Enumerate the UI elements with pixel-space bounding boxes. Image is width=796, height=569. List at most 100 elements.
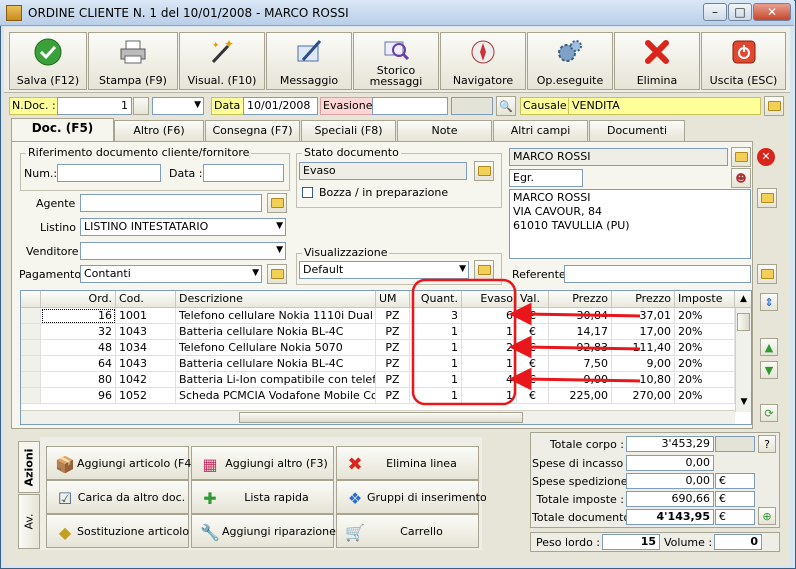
preview-button[interactable]: ✦ ✦ Visual. (F10) <box>179 32 265 90</box>
cell-evaso[interactable]: 2 <box>462 340 517 356</box>
cell-ord[interactable]: 64 <box>41 356 116 372</box>
cell-imposte[interactable]: 20% <box>675 340 735 356</box>
cell-quant[interactable]: 1 <box>410 388 462 404</box>
col-prezzo[interactable]: Prezzo <box>549 291 612 308</box>
message-button[interactable]: Messaggio <box>266 32 352 90</box>
cell-desc[interactable]: Batteria Li-Ion compatibile con telefoni… <box>176 372 376 388</box>
col-cod[interactable]: Cod. <box>116 291 176 308</box>
move-row-button[interactable]: ⇕ <box>760 293 778 311</box>
date-field[interactable]: 10/01/2008 <box>243 97 318 115</box>
cell-prezzo[interactable]: 7,50 <box>549 356 612 372</box>
delete-button[interactable]: Elimina <box>614 32 700 90</box>
cell-desc[interactable]: Telefono cellulare Nokia 1110i Dual Ba..… <box>176 308 376 324</box>
cell-val[interactable]: € <box>517 308 549 324</box>
minimize-button[interactable]: – <box>703 3 727 21</box>
causale-open-button[interactable] <box>764 96 784 116</box>
address-open-button[interactable] <box>757 188 777 208</box>
cell-val[interactable]: € <box>517 388 549 404</box>
visualizzazione-open-button[interactable] <box>474 260 494 280</box>
tab-altro[interactable]: Altro (F6) <box>114 120 204 141</box>
cell-evaso[interactable]: 6 <box>462 308 517 324</box>
cell-prezzo[interactable]: 30,84 <box>549 308 612 324</box>
title-bar[interactable]: ORDINE CLIENTE N. 1 del 10/01/2008 - MAR… <box>0 0 794 26</box>
cell-desc[interactable]: Batteria cellulare Nokia BL-4C <box>176 356 376 372</box>
referente-open-button[interactable] <box>757 264 777 284</box>
replace-article-button[interactable]: ◆ Sostituzione articolo <box>46 514 189 548</box>
cliente-open-button[interactable] <box>731 147 751 167</box>
cell-prezzo2[interactable]: 9,00 <box>612 356 675 372</box>
col-prezzo-ivato[interactable]: Prezzo <box>612 291 675 308</box>
col-ord[interactable]: Ord. <box>41 291 116 308</box>
maximize-button[interactable]: □ <box>728 3 752 21</box>
save-button[interactable]: Salva (F12) <box>9 32 87 90</box>
cell-imposte[interactable]: 20% <box>675 372 735 388</box>
cliente-title-field[interactable]: Egr. <box>509 169 583 187</box>
scroll-down-arrow[interactable]: ▼ <box>735 394 751 410</box>
cell-cod[interactable]: 1052 <box>116 388 176 404</box>
cell-quant[interactable]: 3 <box>410 308 462 324</box>
cell-prezzo[interactable]: 14,17 <box>549 324 612 340</box>
cell-um[interactable]: PZ <box>376 340 410 356</box>
cell-prezzo2[interactable]: 270,00 <box>612 388 675 404</box>
col-val[interactable]: Val. <box>517 291 549 308</box>
cell-ord[interactable]: 80 <box>41 372 116 388</box>
col-imposte[interactable]: Imposte <box>675 291 735 308</box>
cell-val[interactable]: € <box>517 340 549 356</box>
cell-prezzo2[interactable]: 37,01 <box>612 308 675 324</box>
col-quant[interactable]: Quant. <box>410 291 462 308</box>
cell-cod[interactable]: 1001 <box>116 308 176 324</box>
tab-documenti[interactable]: Documenti <box>589 120 685 141</box>
pagamento-select[interactable]: Contanti ▼ <box>80 265 262 283</box>
row-selector[interactable] <box>21 324 41 340</box>
visualizzazione-select[interactable]: Default ▼ <box>299 261 469 279</box>
row-selector[interactable] <box>21 308 41 324</box>
grid-hscroll-thumb[interactable] <box>239 412 523 423</box>
col-um[interactable]: UM <box>376 291 410 308</box>
cell-evaso[interactable]: 1 <box>462 324 517 340</box>
cell-quant[interactable]: 1 <box>410 324 462 340</box>
close-button[interactable]: ✕ <box>753 3 791 21</box>
cart-button[interactable]: 🛒 Carrello <box>336 514 479 548</box>
cell-prezzo[interactable]: 225,00 <box>549 388 612 404</box>
ndoc-field[interactable]: 1 <box>57 97 132 115</box>
cell-um[interactable]: PZ <box>376 308 410 324</box>
causale-field[interactable]: VENDITA <box>568 97 761 115</box>
ndoc-series-select[interactable]: ▼ <box>152 97 204 115</box>
cliente-remove-button[interactable]: ✕ <box>757 148 775 166</box>
cell-imposte[interactable]: 20% <box>675 356 735 372</box>
tab-altri-campi[interactable]: Altri campi <box>493 120 588 141</box>
cell-ord[interactable]: 96 <box>41 388 116 404</box>
tab-doc[interactable]: Doc. (F5) <box>11 118 114 142</box>
grid-vscroll-thumb[interactable] <box>737 313 750 331</box>
stato-open-button[interactable] <box>474 161 494 181</box>
delete-line-button[interactable]: ✖ Elimina linea <box>336 446 479 480</box>
help-button[interactable]: ? <box>758 435 776 453</box>
cell-um[interactable]: PZ <box>376 372 410 388</box>
cell-desc[interactable]: Telefono Cellulare Nokia 5070 <box>176 340 376 356</box>
insert-groups-button[interactable]: ❖ Gruppi di inserimento <box>336 480 487 514</box>
add-article-button[interactable]: 📦 Aggiungi articolo (F4) <box>46 446 196 480</box>
venditore-select[interactable]: ▼ <box>80 242 286 260</box>
cell-ord[interactable]: 32 <box>41 324 116 340</box>
order-lines-grid[interactable]: Ord. Cod. Descrizione UM Quant. Evaso Va… <box>20 290 752 425</box>
cell-imposte[interactable]: 20% <box>675 324 735 340</box>
rif-num-field[interactable] <box>57 164 161 182</box>
evasione-extra-field[interactable] <box>451 97 493 115</box>
cell-val[interactable]: € <box>517 372 549 388</box>
listino-select[interactable]: LISTINO INTESTATARIO ▼ <box>80 218 286 236</box>
evasione-field[interactable] <box>372 97 448 115</box>
cell-quant[interactable]: 1 <box>410 356 462 372</box>
scroll-up-arrow[interactable]: ▲ <box>735 291 751 308</box>
cliente-person-button[interactable]: ☻ <box>731 168 751 188</box>
load-from-doc-button[interactable]: ☑ Carica da altro doc. <box>46 480 189 514</box>
cell-imposte[interactable]: 20% <box>675 308 735 324</box>
agente-open-button[interactable] <box>267 193 287 213</box>
incasso-value[interactable]: 0,00 <box>626 455 714 471</box>
cell-val[interactable]: € <box>517 356 549 372</box>
cell-ord[interactable]: 16 <box>41 308 116 324</box>
row-selector[interactable] <box>21 372 41 388</box>
move-up-button[interactable]: ▲ <box>760 338 778 356</box>
totals-add-button[interactable]: ⊕ <box>758 507 776 525</box>
cell-prezzo[interactable]: 9,00 <box>549 372 612 388</box>
cell-cod[interactable]: 1042 <box>116 372 176 388</box>
